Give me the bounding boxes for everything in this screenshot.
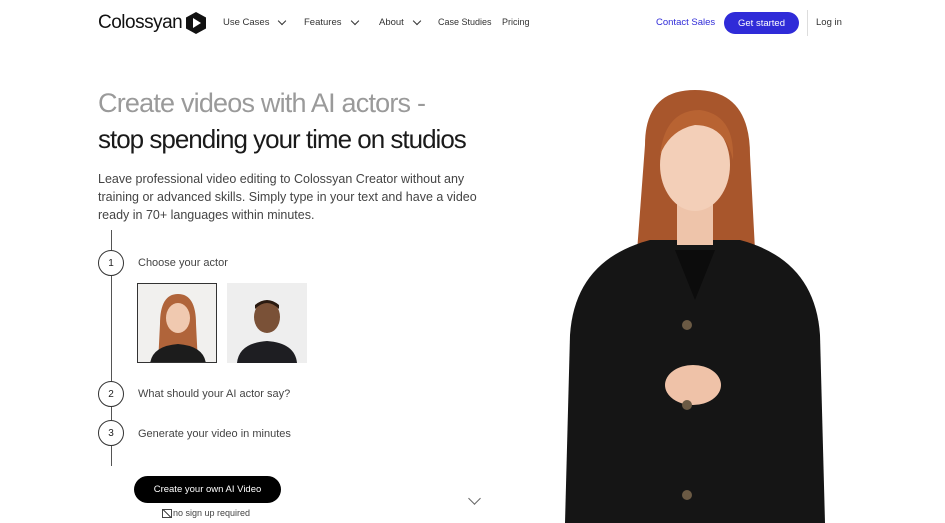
divider bbox=[807, 10, 808, 36]
card-off-icon bbox=[162, 508, 172, 518]
logo-text: Colossyan bbox=[98, 12, 183, 33]
step-1-label: Choose your actor bbox=[138, 257, 228, 269]
chevron-down-icon bbox=[278, 16, 287, 26]
get-started-button[interactable]: Get started bbox=[724, 12, 799, 34]
chevron-down-icon bbox=[350, 16, 359, 26]
logo[interactable]: Colossyan bbox=[98, 12, 207, 34]
logo-play-icon bbox=[186, 12, 207, 34]
step-3-label[interactable]: Generate your video in minutes bbox=[138, 428, 291, 440]
scroll-down-chevron-icon[interactable] bbox=[468, 492, 481, 505]
step-1-number: 1 bbox=[98, 250, 124, 276]
contact-sales-link[interactable]: Contact Sales bbox=[656, 17, 715, 28]
hero-title-line2: stop spending your time on studios bbox=[98, 124, 467, 154]
ai-actor-video bbox=[565, 90, 825, 523]
male-actor-image bbox=[227, 283, 307, 363]
login-link[interactable]: Log in bbox=[816, 17, 842, 28]
note-text: no sign up required bbox=[173, 508, 251, 518]
nav-use-cases[interactable]: Use Cases bbox=[223, 16, 287, 28]
nav-about[interactable]: About bbox=[379, 16, 422, 28]
step-2-label[interactable]: What should your AI actor say? bbox=[138, 388, 290, 400]
female-actor-image bbox=[138, 284, 216, 362]
step-2-number: 2 bbox=[98, 381, 124, 407]
nav-features[interactable]: Features bbox=[304, 16, 359, 28]
step-3-number: 3 bbox=[98, 420, 124, 446]
nav-pricing[interactable]: Pricing bbox=[502, 17, 530, 27]
create-video-button[interactable]: Create your own AI Video bbox=[134, 476, 281, 503]
hero-description: Leave professional video editing to Colo… bbox=[98, 172, 477, 222]
actor-card-male[interactable] bbox=[227, 283, 307, 363]
nav-label: Use Cases bbox=[223, 17, 270, 28]
no-signup-note: no sign up required bbox=[162, 508, 250, 518]
nav-case-studies[interactable]: Case Studies bbox=[438, 17, 492, 27]
chevron-down-icon bbox=[412, 16, 422, 26]
nav-label: Features bbox=[304, 17, 342, 28]
hero-title-line1: Create videos with AI actors - bbox=[98, 88, 426, 118]
nav-label: About bbox=[379, 17, 404, 28]
actor-card-female[interactable] bbox=[137, 283, 217, 363]
